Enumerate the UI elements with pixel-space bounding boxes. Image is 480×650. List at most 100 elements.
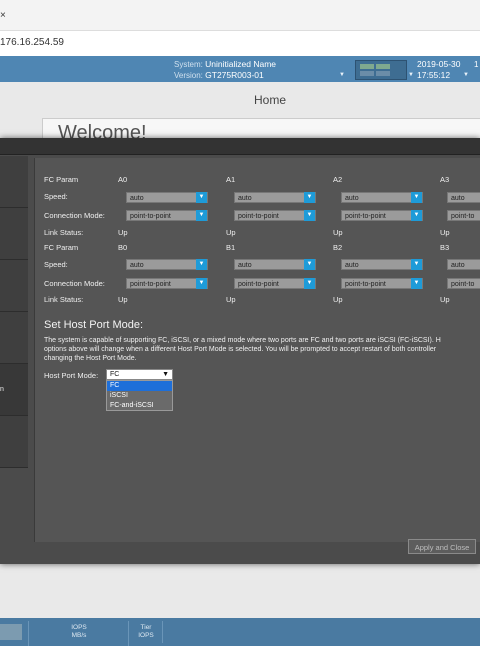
apply-and-close-button[interactable]: Apply and Close	[408, 539, 476, 554]
page-title: Home	[253, 93, 286, 107]
connection-mode-select-a0[interactable]: point-to-point ▼	[126, 210, 208, 221]
speed-select-a3[interactable]: auto	[447, 192, 480, 203]
array-thumbnail-icon[interactable]	[0, 624, 22, 640]
dropdown-arrow-icon[interactable]: ▼	[304, 210, 315, 221]
speed-value: auto	[238, 195, 252, 202]
mode-value: point-to-point	[345, 213, 386, 220]
speed-select-a1[interactable]: auto ▼	[234, 192, 316, 203]
status-footer: IOPS MB/s Tier IOPS	[0, 618, 480, 646]
caret-down-icon[interactable]: ▼	[162, 370, 169, 380]
mode-value: point-to	[451, 213, 475, 220]
link-status-value: Up	[226, 295, 236, 304]
dropdown-arrow-icon[interactable]: ▼	[304, 259, 315, 270]
mbs-label: MB/s	[71, 632, 87, 639]
footer-divider	[162, 621, 164, 643]
description-line: The system is capable of supporting FC, …	[44, 337, 441, 344]
speed-label: Speed:	[44, 260, 68, 269]
link-status-value: Up	[226, 228, 236, 237]
expand-arrow-icon[interactable]: ▼	[339, 72, 345, 78]
nav-item-1[interactable]	[0, 156, 28, 208]
connection-mode-label: Connection Mode:	[44, 211, 105, 220]
dialog-titlebar[interactable]	[0, 138, 480, 155]
dropdown-arrow-icon[interactable]: ▼	[411, 259, 422, 270]
connection-mode-select-b2[interactable]: point-to-point ▼	[341, 278, 423, 289]
link-status-value: Up	[333, 295, 343, 304]
connection-mode-select-a3[interactable]: point-to	[447, 210, 480, 221]
browser-tabstrip: ×	[0, 0, 480, 31]
host-port-mode-options: FC iSCSI FC-and-iSCSI	[106, 380, 173, 411]
link-status-value: Up	[118, 295, 128, 304]
nav-item-2[interactable]	[0, 208, 28, 260]
mode-value: point-to-point	[345, 281, 386, 288]
speed-value: auto	[238, 262, 252, 269]
dropdown-arrow-icon[interactable]: ▼	[196, 210, 207, 221]
host-port-mode-select[interactable]: FC ▼	[106, 369, 173, 380]
iops-label: IOPS	[71, 624, 87, 631]
connection-mode-select-a2[interactable]: point-to-point ▼	[341, 210, 423, 221]
connection-mode-select-b0[interactable]: point-to-point ▼	[126, 278, 208, 289]
array-status-icon[interactable]	[355, 60, 407, 80]
speed-select-a2[interactable]: auto ▼	[341, 192, 423, 203]
connection-mode-select-b3[interactable]: point-to	[447, 278, 480, 289]
connection-mode-select-b1[interactable]: point-to-point ▼	[234, 278, 316, 289]
port-header: A1	[226, 175, 236, 184]
description-line: changing the Host Port Mode.	[44, 355, 137, 362]
speed-value: auto	[451, 195, 465, 202]
port-header: A3	[440, 175, 450, 184]
dropdown-arrow-icon[interactable]: ▼	[196, 259, 207, 270]
fc-param-label: FC Param	[44, 243, 79, 252]
header-time: 17:55:12	[417, 70, 451, 80]
dropdown-arrow-icon[interactable]: ▼	[411, 278, 422, 289]
option-fc[interactable]: FC	[107, 381, 172, 391]
link-status-value: Up	[440, 228, 450, 237]
connection-mode-select-a1[interactable]: point-to-point ▼	[234, 210, 316, 221]
close-icon[interactable]: ×	[0, 10, 12, 22]
link-status-value: Up	[333, 228, 343, 237]
speed-select-b3[interactable]: auto	[447, 259, 480, 270]
dropdown-arrow-icon[interactable]: ▼	[196, 278, 207, 289]
speed-value: auto	[451, 262, 465, 269]
dropdown-arrow-icon[interactable]: ▼	[411, 192, 422, 203]
expand-arrow-icon[interactable]: ▼	[408, 72, 414, 78]
nav-item-6[interactable]	[0, 416, 28, 468]
nav-item-label: n	[0, 386, 4, 393]
speed-select-b2[interactable]: auto ▼	[341, 259, 423, 270]
connection-mode-label: Connection Mode:	[44, 279, 105, 288]
dropdown-arrow-icon[interactable]: ▼	[304, 192, 315, 203]
tier-cell[interactable]: Tier IOPS	[128, 621, 163, 646]
iops-cell[interactable]: IOPS MB/s	[28, 621, 129, 646]
link-status-label: Link Status:	[44, 228, 84, 237]
nav-item-4[interactable]	[0, 312, 28, 364]
port-header: A2	[333, 175, 343, 184]
nav-item-host-ports[interactable]: n	[0, 364, 28, 416]
mode-value: point-to-point	[238, 213, 279, 220]
mode-value: point-to-point	[130, 281, 171, 288]
nav-item-3[interactable]	[0, 260, 28, 312]
mode-value: point-to-point	[238, 281, 279, 288]
dropdown-arrow-icon[interactable]: ▼	[411, 210, 422, 221]
mode-value: point-to-point	[130, 213, 171, 220]
header-edge-text: 1	[474, 60, 479, 69]
dropdown-arrow-icon[interactable]: ▼	[196, 192, 207, 203]
system-info: System: Uninitialized Name	[174, 59, 276, 69]
app-header: System: Uninitialized Name Version: GT27…	[0, 56, 480, 82]
port-header: B0	[118, 243, 128, 252]
option-fc-and-iscsi[interactable]: FC-and-iSCSI	[107, 401, 172, 411]
speed-select-b1[interactable]: auto ▼	[234, 259, 316, 270]
address-bar[interactable]: 176.16.254.59	[0, 31, 480, 55]
port-header: B1	[226, 243, 236, 252]
mode-value: point-to	[451, 281, 475, 288]
speed-value: auto	[130, 262, 144, 269]
speed-select-a0[interactable]: auto ▼	[126, 192, 208, 203]
system-name: Uninitialized Name	[205, 59, 277, 69]
host-port-mode-title: Set Host Port Mode:	[44, 319, 144, 331]
host-port-mode-value: FC	[110, 371, 120, 378]
url-text[interactable]: 176.16.254.59	[0, 37, 64, 48]
speed-value: auto	[130, 195, 144, 202]
speed-select-b0[interactable]: auto ▼	[126, 259, 208, 270]
expand-arrow-icon[interactable]: ▼	[463, 72, 469, 78]
option-iscsi[interactable]: iSCSI	[107, 391, 172, 401]
description-line: options above will change when a differe…	[44, 346, 437, 353]
link-status-value: Up	[118, 228, 128, 237]
dropdown-arrow-icon[interactable]: ▼	[304, 278, 315, 289]
